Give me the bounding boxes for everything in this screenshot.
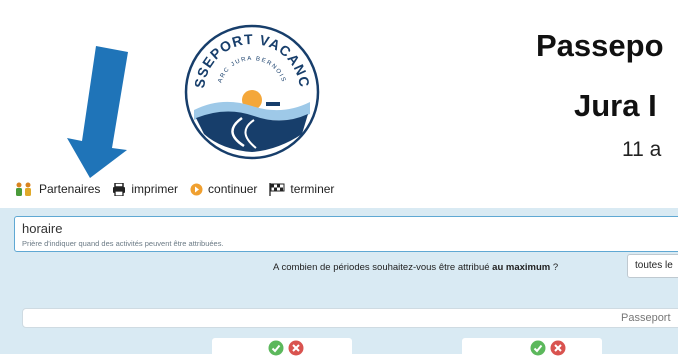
continue-label: continuer [208, 182, 258, 196]
page-subtitle: Jura I [574, 88, 657, 123]
banner-text: Passeport [621, 312, 671, 324]
print-button[interactable]: imprimer [112, 182, 178, 196]
printer-icon [113, 182, 126, 196]
down-arrow-icon [67, 46, 128, 178]
continue-icon [190, 183, 203, 195]
horaire-field[interactable]: horaire Prière d'indiquer quand des acti… [14, 216, 678, 252]
passeport-banner: Passeport [22, 308, 678, 328]
activity-card [462, 338, 602, 358]
finish-button[interactable]: terminer [269, 182, 334, 196]
horaire-hint: Prière d'indiquer quand des activités pe… [22, 239, 224, 248]
page-title: Passepo [536, 28, 664, 63]
logo: PASSEPORT VACANCES ARC JURA BERNOIS [182, 22, 320, 160]
question-bold: au maximum [492, 262, 551, 273]
activity-card [212, 338, 352, 358]
partners-link[interactable]: Partenaires [14, 182, 100, 196]
partners-icon [16, 182, 31, 196]
print-label: imprimer [131, 182, 179, 196]
toolbar: Partenaires imprimer continuer terminer [14, 182, 346, 196]
continue-button[interactable]: continuer [190, 182, 257, 196]
finish-flag-icon [269, 182, 285, 196]
question-suffix: ? [550, 262, 559, 273]
horaire-value: horaire [22, 221, 63, 236]
max-periods-select[interactable]: toutes le [627, 254, 678, 278]
date-text: 11 a [622, 138, 662, 161]
partners-label: Partenaires [39, 182, 101, 196]
question-prefix: A combien de périodes souhaitez-vous êtr… [273, 262, 493, 273]
max-periods-question: A combien de périodes souhaitez-vous êtr… [273, 262, 558, 273]
finish-label: terminer [290, 182, 335, 196]
